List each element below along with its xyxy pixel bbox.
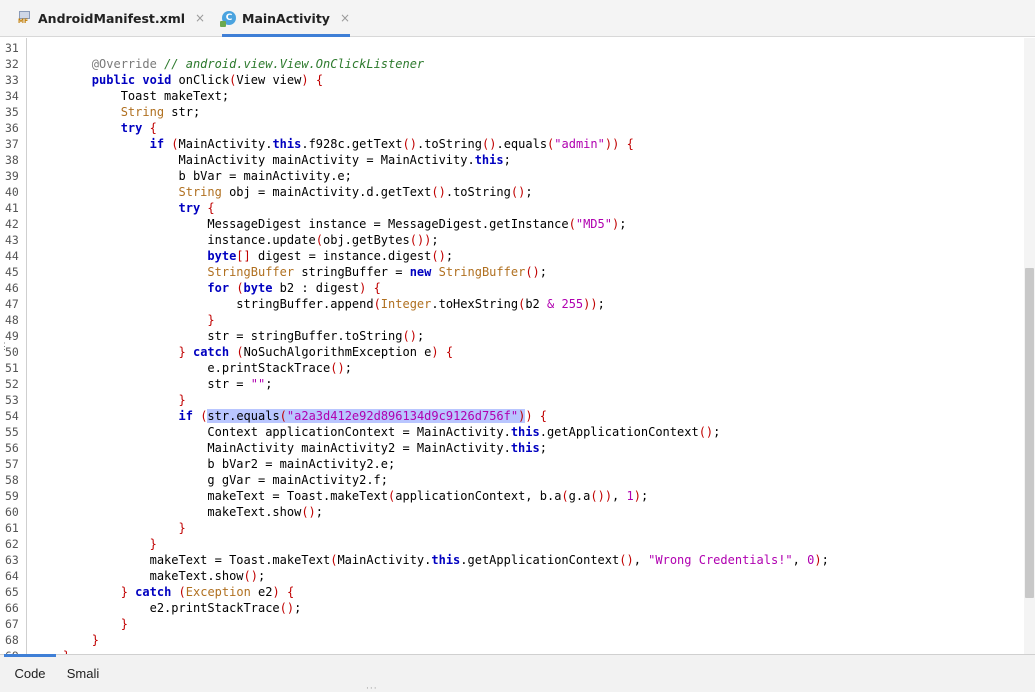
code-text: if (MainActivity.this.f928c.getText().to…: [149, 137, 634, 151]
code-text: } catch (Exception e2) {: [120, 585, 295, 599]
code-text: for (byte b2 : digest) {: [207, 281, 381, 295]
line-number: 41: [5, 201, 19, 215]
line-number: 55: [5, 425, 19, 439]
line-number: 67: [5, 617, 19, 631]
line-number: 35: [5, 105, 19, 119]
code-text: }: [120, 617, 128, 631]
code-text: str = stringBuffer.toString();: [34, 329, 425, 343]
code-text: public void onClick(View view) {: [91, 73, 324, 87]
code-text: }: [178, 393, 186, 407]
resize-grip-icon[interactable]: ···: [366, 685, 378, 694]
code-text: String str;: [120, 105, 201, 119]
line-number: 66: [5, 601, 19, 615]
line-number: 50: [5, 345, 19, 359]
line-number: 68: [5, 633, 19, 647]
line-number: 45: [5, 265, 19, 279]
line-number: 65: [5, 585, 19, 599]
line-number: 33: [5, 73, 19, 87]
close-icon[interactable]: ×: [340, 11, 350, 25]
tab-android-manifest[interactable]: MF AndroidManifest.xml ×: [18, 0, 205, 36]
line-number: 47: [5, 297, 19, 311]
code-text: e2.printStackTrace();: [34, 601, 302, 615]
code-text: b bVar = mainActivity.e;: [34, 169, 352, 183]
code-text: StringBuffer stringBuffer = new StringBu…: [207, 265, 548, 279]
code-text: MainActivity mainActivity = MainActivity…: [34, 153, 511, 167]
line-number: 63: [5, 553, 19, 567]
code-text: String obj = mainActivity.d.getText().to…: [178, 185, 533, 199]
java-class-icon: C: [220, 11, 236, 27]
line-number: 59: [5, 489, 19, 503]
code-text: byte[] digest = instance.digest();: [207, 249, 454, 263]
tab-main-activity[interactable]: C MainActivity ×: [220, 0, 351, 37]
code-editor[interactable]: ⋮ 31 32 @Override // android.view.View.On…: [0, 38, 1035, 654]
code-text: stringBuffer.append(Integer.toHexString(…: [34, 297, 605, 311]
tab-smali[interactable]: Smali: [60, 655, 106, 692]
line-number: 61: [5, 521, 19, 535]
line-number: 31: [5, 41, 19, 55]
line-number: 32: [5, 57, 19, 71]
line-number: 51: [5, 361, 19, 375]
line-number: 58: [5, 473, 19, 487]
tab-label: AndroidManifest.xml: [38, 10, 186, 26]
code-text: Context applicationContext = MainActivit…: [34, 425, 721, 439]
line-number: 39: [5, 169, 19, 183]
code-text: makeText = Toast.makeText(applicationCon…: [34, 489, 649, 503]
code-text: try {: [120, 121, 157, 135]
code-text: makeText.show();: [34, 569, 266, 583]
line-number: 48: [5, 313, 19, 327]
code-text: makeText = Toast.makeText(MainActivity.t…: [34, 553, 829, 567]
code-text: try {: [178, 201, 215, 215]
code-text: Toast makeText;: [34, 89, 230, 103]
manifest-file-icon: MF: [18, 11, 32, 25]
code-text: MessageDigest instance = MessageDigest.g…: [34, 217, 627, 231]
code-text: g gVar = mainActivity2.f;: [34, 473, 389, 487]
line-number: 53: [5, 393, 19, 407]
code-text: b bVar2 = mainActivity2.e;: [34, 457, 396, 471]
line-number: 49: [5, 329, 19, 343]
code-text: } catch (NoSuchAlgorithmException e) {: [178, 345, 454, 359]
scrollbar-thumb[interactable]: [1025, 268, 1034, 598]
tab-label: MainActivity: [242, 10, 330, 26]
line-number: 57: [5, 457, 19, 471]
line-number: 43: [5, 233, 19, 247]
code-text: str = "";: [34, 377, 273, 391]
code-text: }: [91, 633, 100, 647]
vertical-scrollbar[interactable]: [1024, 38, 1035, 654]
line-number: 54: [5, 409, 19, 423]
line-number: 37: [5, 137, 19, 151]
close-icon[interactable]: ×: [195, 11, 205, 25]
code-text: @Override // android.view.View.OnClickLi…: [91, 57, 425, 71]
line-number: 40: [5, 185, 19, 199]
line-number: 44: [5, 249, 19, 263]
code-text: if (str.equals("a2a3d412e92d896134d9c912…: [178, 409, 548, 423]
line-number: 46: [5, 281, 19, 295]
line-number: 42: [5, 217, 19, 231]
line-number: 64: [5, 569, 19, 583]
line-number: 52: [5, 377, 19, 391]
code-text: }: [207, 313, 215, 327]
code-text: instance.update(obj.getBytes());: [34, 233, 439, 247]
line-number: 60: [5, 505, 19, 519]
code-text: MainActivity mainActivity2 = MainActivit…: [34, 441, 547, 455]
line-number: 62: [5, 537, 19, 551]
view-mode-tabs: Code Smali: [0, 654, 1035, 692]
editor-tab-bar: MF AndroidManifest.xml × C MainActivity …: [0, 0, 1035, 37]
line-number: 56: [5, 441, 19, 455]
line-number: 34: [5, 89, 19, 103]
code-text: }: [149, 537, 157, 551]
line-number: 36: [5, 121, 19, 135]
code-text: }: [178, 521, 186, 535]
line-number: 38: [5, 153, 19, 167]
selected-text: str.equals("a2a3d412e92d896134d9c9126d75…: [207, 409, 526, 423]
code-text: makeText.show();: [34, 505, 324, 519]
code-text: e.printStackTrace();: [34, 361, 352, 375]
tab-code[interactable]: Code: [4, 654, 56, 692]
